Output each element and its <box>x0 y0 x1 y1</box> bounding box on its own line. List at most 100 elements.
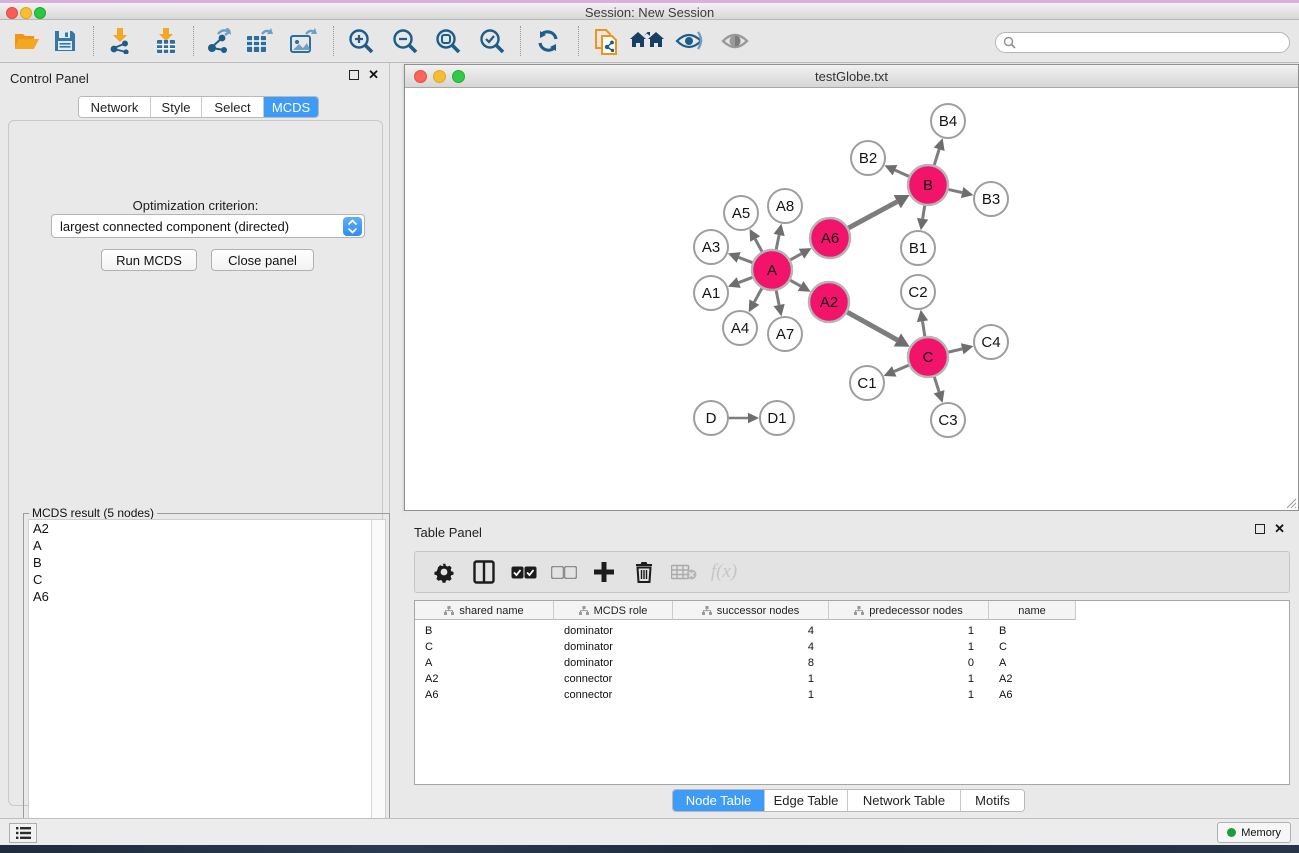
network-edge-C-C4[interactable] <box>947 349 962 353</box>
cell-MCDS-role[interactable]: connector <box>554 687 673 703</box>
column-layout-button[interactable] <box>471 559 497 585</box>
network-node-B2[interactable]: B2 <box>851 141 885 175</box>
cell-successor-nodes[interactable]: 1 <box>673 671 829 687</box>
table-row[interactable]: Bdominator41B <box>415 623 1289 639</box>
network-edge-C-C1[interactable] <box>894 365 909 372</box>
network-node-A6[interactable]: A6 <box>810 218 850 258</box>
network-node-A8[interactable]: A8 <box>768 189 802 223</box>
cell-shared-name[interactable]: A <box>415 655 554 671</box>
save-session-button[interactable] <box>46 23 84 59</box>
import-table-button[interactable] <box>147 23 185 59</box>
zoom-in-button[interactable] <box>342 23 380 59</box>
network-canvas-svg[interactable]: B4B2BB3A5A8A6B1A3AC2A1A2A4A7CC4C1C3DD1 <box>405 88 1298 510</box>
cell-successor-nodes[interactable]: 4 <box>673 639 829 655</box>
tab-mcds[interactable]: MCDS <box>264 97 318 117</box>
network-edge-A-A4[interactable] <box>754 288 762 303</box>
task-history-button[interactable] <box>9 823 37 843</box>
import-network-button[interactable] <box>101 23 139 59</box>
select-all-columns-button[interactable] <box>511 559 537 585</box>
network-edge-A-A5[interactable] <box>755 239 762 252</box>
open-session-button[interactable] <box>8 23 46 59</box>
network-edge-C-C2[interactable] <box>923 321 925 337</box>
network-edge-A-A2[interactable] <box>789 280 800 286</box>
table-row[interactable]: Cdominator41C <box>415 639 1289 655</box>
mcds-result-list[interactable]: A2ABCA6 <box>28 519 386 852</box>
table-row[interactable]: Adominator80A <box>415 655 1289 671</box>
column-header-shared-name[interactable]: shared name <box>415 601 554 620</box>
result-list-item[interactable]: B <box>29 554 385 571</box>
cell-MCDS-role[interactable]: connector <box>554 671 673 687</box>
close-table-panel-icon[interactable]: ✕ <box>1274 524 1285 534</box>
cell-predecessor-nodes[interactable]: 1 <box>829 623 989 639</box>
cell-predecessor-nodes[interactable]: 1 <box>829 639 989 655</box>
cell-shared-name[interactable]: C <box>415 639 554 655</box>
cell-successor-nodes[interactable]: 8 <box>673 655 829 671</box>
column-header-predecessor-nodes[interactable]: predecessor nodes <box>829 601 989 620</box>
network-node-A[interactable]: A <box>752 250 792 290</box>
network-edge-A-A6[interactable] <box>790 254 802 261</box>
zoom-out-button[interactable] <box>386 23 424 59</box>
network-edge-C-C3[interactable] <box>934 376 939 392</box>
network-edge-B-B3[interactable] <box>948 189 963 192</box>
tab-network[interactable]: Network <box>79 97 151 117</box>
result-list-scrollbar[interactable] <box>371 520 385 851</box>
tab-edge-table[interactable]: Edge Table <box>765 790 848 811</box>
close-panel-icon[interactable]: ✕ <box>368 70 379 80</box>
network-node-D[interactable]: D <box>694 401 728 435</box>
column-header-name[interactable]: name <box>989 601 1076 620</box>
network-edge-A2-C[interactable] <box>846 312 897 340</box>
network-node-B4[interactable]: B4 <box>931 104 965 138</box>
network-node-B1[interactable]: B1 <box>901 231 935 265</box>
network-node-C2[interactable]: C2 <box>901 275 935 309</box>
network-node-C3[interactable]: C3 <box>931 403 965 437</box>
tab-network-table[interactable]: Network Table <box>848 790 961 811</box>
network-node-D1[interactable]: D1 <box>760 401 794 435</box>
result-list-item[interactable]: C <box>29 571 385 588</box>
result-list-item[interactable]: A6 <box>29 588 385 605</box>
network-edge-A6-B[interactable] <box>848 202 898 229</box>
cell-shared-name[interactable]: A6 <box>415 687 554 703</box>
cell-name[interactable]: A2 <box>989 671 1076 687</box>
network-edge-A-A7[interactable] <box>776 290 779 305</box>
tab-motifs[interactable]: Motifs <box>961 790 1024 811</box>
run-mcds-button[interactable]: Run MCDS <box>101 249 197 271</box>
network-edge-B-B2[interactable] <box>895 170 910 177</box>
column-header-successor-nodes[interactable]: successor nodes <box>673 601 829 620</box>
network-edge-A-A3[interactable] <box>739 257 754 263</box>
table-row[interactable]: A2connector11A2 <box>415 671 1289 687</box>
network-node-A2[interactable]: A2 <box>809 282 849 322</box>
first-neighbors-button[interactable] <box>628 23 666 59</box>
float-table-panel-icon[interactable] <box>1255 524 1265 534</box>
cell-name[interactable]: A6 <box>989 687 1076 703</box>
network-node-B[interactable]: B <box>908 165 948 205</box>
optimization-criterion-select[interactable]: largest connected component (directed) <box>51 214 365 238</box>
cell-name[interactable]: C <box>989 639 1076 655</box>
network-node-C[interactable]: C <box>908 337 948 377</box>
cell-successor-nodes[interactable]: 4 <box>673 623 829 639</box>
delete-table-button[interactable] <box>671 559 697 585</box>
tab-node-table[interactable]: Node Table <box>673 790 765 811</box>
cell-shared-name[interactable]: A2 <box>415 671 554 687</box>
search-input[interactable] <box>1020 34 1280 51</box>
float-panel-icon[interactable] <box>349 70 359 80</box>
export-image-button[interactable] <box>285 23 323 59</box>
cell-MCDS-role[interactable]: dominator <box>554 655 673 671</box>
memory-button[interactable]: Memory <box>1217 822 1291 843</box>
export-network-button[interactable] <box>199 23 237 59</box>
column-header-MCDS-role[interactable]: MCDS role <box>554 601 673 620</box>
network-edge-B-B4[interactable] <box>934 149 939 166</box>
cell-MCDS-role[interactable]: dominator <box>554 623 673 639</box>
network-edge-A-A1[interactable] <box>739 277 754 283</box>
tab-select[interactable]: Select <box>202 97 264 117</box>
network-edge-B-B1[interactable] <box>923 205 925 219</box>
cell-name[interactable]: B <box>989 623 1076 639</box>
create-column-button[interactable] <box>591 559 617 585</box>
network-node-A3[interactable]: A3 <box>694 230 728 264</box>
close-panel-button[interactable]: Close panel <box>211 249 314 271</box>
cell-MCDS-role[interactable]: dominator <box>554 639 673 655</box>
cell-successor-nodes[interactable]: 1 <box>673 687 829 703</box>
hide-selected-button[interactable] <box>671 23 709 59</box>
network-node-A5[interactable]: A5 <box>724 196 758 230</box>
delete-column-button[interactable] <box>631 559 657 585</box>
network-node-A7[interactable]: A7 <box>768 317 802 351</box>
